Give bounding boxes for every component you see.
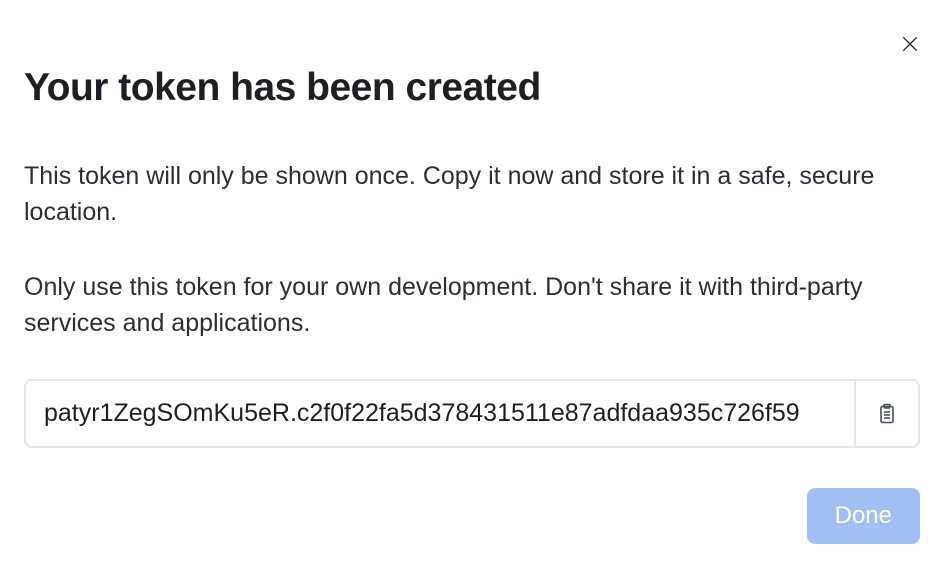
dialog-title: Your token has been created (24, 66, 920, 110)
done-button[interactable]: Done (807, 488, 920, 544)
dialog-description-2: Only use this token for your own develop… (24, 269, 920, 342)
clipboard-icon (875, 402, 899, 426)
close-button[interactable] (898, 32, 922, 56)
dialog-description-1: This token will only be shown once. Copy… (24, 158, 920, 231)
dialog-footer: Done (24, 488, 920, 544)
close-icon (900, 34, 920, 54)
token-input[interactable] (26, 381, 854, 446)
copy-button[interactable] (854, 381, 918, 446)
token-row (24, 379, 920, 448)
token-created-dialog: Your token has been created This token w… (0, 0, 944, 568)
